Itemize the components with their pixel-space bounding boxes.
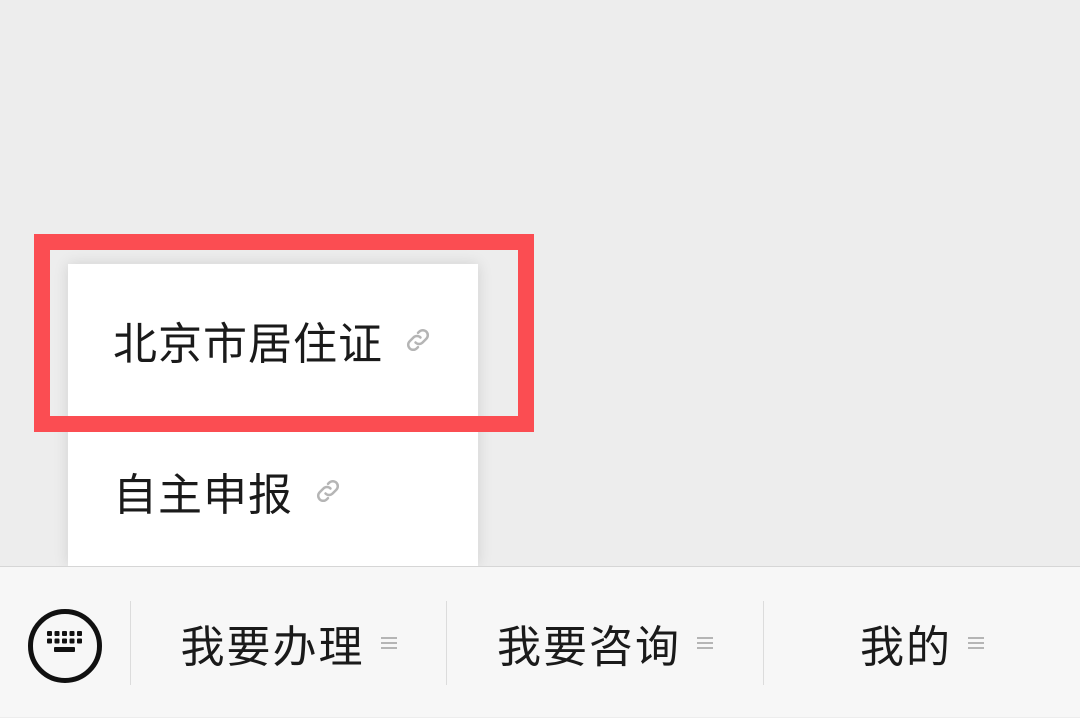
tab-label: 我要咨询 bbox=[497, 621, 681, 673]
tab-label: 我要办理 bbox=[180, 621, 365, 673]
menu-lines-icon bbox=[968, 635, 984, 651]
tab-handle-business[interactable]: 我要办理 bbox=[131, 567, 446, 718]
tab-label: 我的 bbox=[860, 621, 952, 673]
menu-item-label: 北京市居住证 bbox=[113, 319, 383, 370]
keyboard-toggle-button[interactable] bbox=[28, 609, 102, 683]
menu-lines-icon bbox=[380, 635, 397, 651]
keyboard-icon bbox=[43, 627, 87, 665]
menu-item-self-declaration[interactable]: 自主申报 bbox=[68, 416, 478, 566]
tab-mine[interactable]: 我的 bbox=[764, 567, 1080, 718]
menu-lines-icon bbox=[697, 635, 713, 651]
menu-item-beijing-residence-permit[interactable]: 北京市居住证 bbox=[68, 264, 478, 416]
link-icon bbox=[403, 325, 433, 355]
menu-item-label: 自主申报 bbox=[113, 470, 293, 521]
popup-menu: 北京市居住证 自主申报 bbox=[68, 264, 478, 566]
tab-consult[interactable]: 我要咨询 bbox=[447, 567, 763, 718]
bottom-menu-bar: 我要办理 我要咨询 我的 bbox=[0, 566, 1080, 717]
link-icon bbox=[313, 476, 343, 506]
